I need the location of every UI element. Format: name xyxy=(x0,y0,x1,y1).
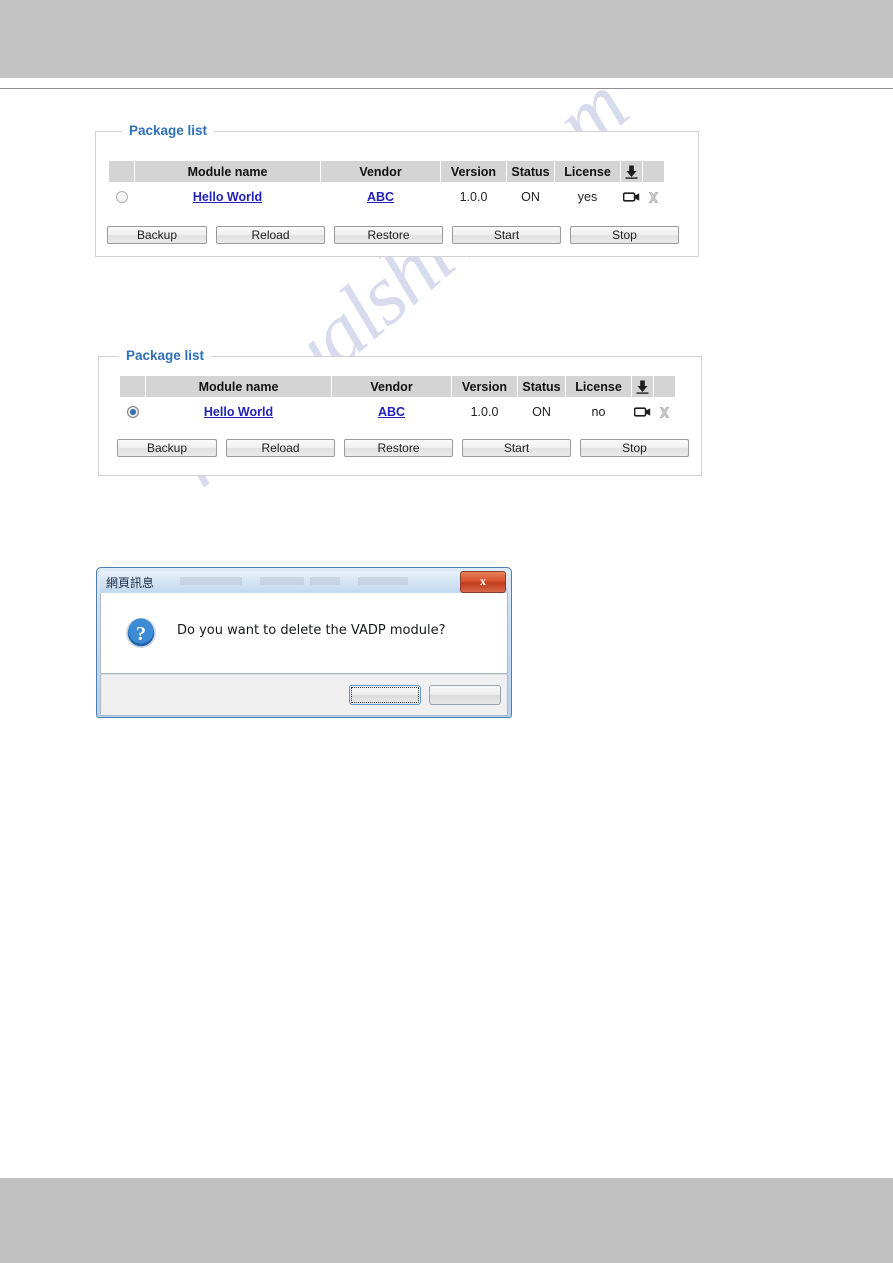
vendor-cell: ABC xyxy=(320,182,441,210)
video-camera-icon xyxy=(633,406,651,418)
backup-button[interactable]: Backup xyxy=(107,226,207,244)
page-header-rule xyxy=(0,88,893,89)
column-header-status: Status xyxy=(506,160,555,183)
delete-cell[interactable] xyxy=(653,397,676,425)
column-header-vendor: Vendor xyxy=(320,160,441,183)
package-action-buttons: Backup Reload Restore Start Stop xyxy=(117,439,689,457)
status-cell: ON xyxy=(506,182,555,210)
titlebar-ghost-text-2 xyxy=(260,577,304,585)
column-header-module-name: Module name xyxy=(145,375,332,398)
reload-button[interactable]: Reload xyxy=(226,439,335,457)
restore-button[interactable]: Restore xyxy=(334,226,443,244)
module-name-cell: Hello World xyxy=(134,182,321,210)
vendor-cell: ABC xyxy=(331,397,452,425)
license-cell: no xyxy=(565,397,632,425)
column-header-license: License xyxy=(554,160,621,183)
download-icon xyxy=(636,380,649,394)
column-header-download[interactable] xyxy=(620,160,643,183)
column-header-version: Version xyxy=(451,375,518,398)
row-select-cell[interactable] xyxy=(108,182,135,210)
version-cell: 1.0.0 xyxy=(440,182,507,210)
dialog-body: ? Do you want to delete the VADP module? xyxy=(100,593,508,674)
titlebar-ghost-text-1 xyxy=(180,577,242,585)
panel-legend: Package list xyxy=(122,123,215,139)
dialog-title: 網頁訊息 xyxy=(106,576,155,590)
table-row: Hello World ABC 1.0.0 ON no xyxy=(119,397,676,425)
start-button[interactable]: Start xyxy=(462,439,571,457)
close-icon[interactable]: x xyxy=(460,571,506,593)
license-cell: yes xyxy=(554,182,621,210)
panel-legend: Package list xyxy=(119,348,212,364)
svg-text:?: ? xyxy=(136,623,146,645)
vendor-link[interactable]: ABC xyxy=(378,405,405,419)
vendor-link[interactable]: ABC xyxy=(367,190,394,204)
delete-cell[interactable] xyxy=(642,182,665,210)
dialog-confirm-button[interactable] xyxy=(349,685,421,705)
dialog-cancel-button[interactable] xyxy=(429,685,501,705)
question-mark-icon: ? xyxy=(125,617,157,649)
row-select-cell[interactable] xyxy=(119,397,146,425)
package-list-panel-2: Package list Module name Vendor Version … xyxy=(98,348,702,476)
page-footer-band xyxy=(0,1178,893,1263)
video-camera-icon xyxy=(622,191,640,203)
column-header-download[interactable] xyxy=(631,375,654,398)
page-header-band xyxy=(0,0,893,78)
table-header-row: Module name Vendor Version Status Licens… xyxy=(108,160,665,183)
module-name-link[interactable]: Hello World xyxy=(204,405,273,419)
column-header-actions xyxy=(642,160,665,183)
column-header-select xyxy=(119,375,146,398)
column-header-select xyxy=(108,160,135,183)
dialog-titlebar[interactable]: 網頁訊息 x xyxy=(100,571,508,593)
dialog-footer xyxy=(100,674,508,716)
start-button[interactable]: Start xyxy=(452,226,561,244)
delete-icon xyxy=(647,191,660,204)
delete-icon xyxy=(658,406,671,419)
dialog-message: Do you want to delete the VADP module? xyxy=(177,623,446,638)
camera-cell[interactable] xyxy=(620,182,643,210)
package-table: Module name Vendor Version Status Licens… xyxy=(119,375,676,425)
column-header-vendor: Vendor xyxy=(331,375,452,398)
module-name-link[interactable]: Hello World xyxy=(193,190,262,204)
package-table: Module name Vendor Version Status Licens… xyxy=(108,160,665,210)
row-radio-button[interactable] xyxy=(115,191,128,204)
table-header-row: Module name Vendor Version Status Licens… xyxy=(119,375,676,398)
stop-button[interactable]: Stop xyxy=(570,226,679,244)
backup-button[interactable]: Backup xyxy=(117,439,217,457)
module-name-cell: Hello World xyxy=(145,397,332,425)
table-row: Hello World ABC 1.0.0 ON yes xyxy=(108,182,665,210)
legend-dash xyxy=(104,131,120,132)
stop-button[interactable]: Stop xyxy=(580,439,689,457)
column-header-status: Status xyxy=(517,375,566,398)
column-header-license: License xyxy=(565,375,632,398)
reload-button[interactable]: Reload xyxy=(216,226,325,244)
download-icon xyxy=(625,165,638,179)
column-header-actions xyxy=(653,375,676,398)
package-list-panel-1: Package list Module name Vendor Version … xyxy=(95,123,699,257)
titlebar-ghost-text-4 xyxy=(358,577,408,585)
version-cell: 1.0.0 xyxy=(451,397,518,425)
row-radio-button[interactable] xyxy=(126,406,139,419)
restore-button[interactable]: Restore xyxy=(344,439,453,457)
titlebar-ghost-text-3 xyxy=(310,577,340,585)
camera-cell[interactable] xyxy=(631,397,654,425)
column-header-version: Version xyxy=(440,160,507,183)
status-cell: ON xyxy=(517,397,566,425)
confirm-delete-dialog: 網頁訊息 x ? Do you want to delete the VADP … xyxy=(96,567,512,718)
column-header-module-name: Module name xyxy=(134,160,321,183)
package-action-buttons: Backup Reload Restore Start Stop xyxy=(107,226,679,244)
